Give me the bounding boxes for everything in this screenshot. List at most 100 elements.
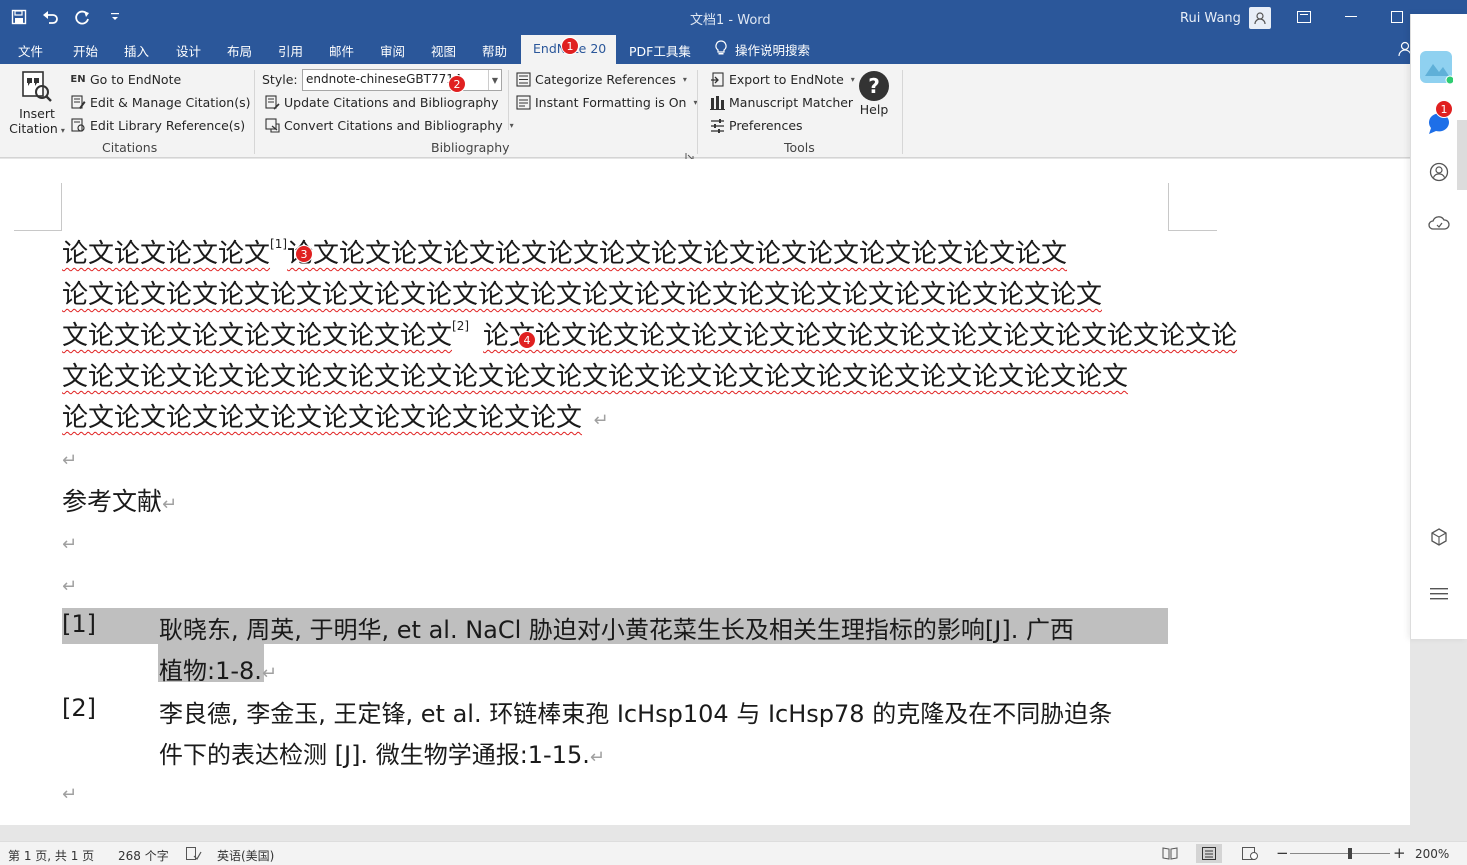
chevron-down-icon: ▾ xyxy=(509,120,514,130)
insert-citation-button[interactable]: Insert Citation ▾ xyxy=(8,70,66,138)
tools-group-label: Tools xyxy=(784,140,815,155)
save-icon[interactable] xyxy=(8,6,30,28)
tab-home[interactable]: 开始 xyxy=(73,41,98,60)
cloud-app-icon[interactable] xyxy=(1419,50,1453,84)
instant-formatting-icon xyxy=(515,94,531,110)
language-indicator[interactable]: 英语(美国) xyxy=(217,847,274,864)
read-mode-icon[interactable] xyxy=(1162,847,1178,863)
citation-marker-2[interactable]: [2] xyxy=(452,319,469,333)
convert-citations-button[interactable]: Convert Citations and Bibliography ▾ xyxy=(264,117,514,133)
minimize-icon[interactable] xyxy=(1340,6,1362,28)
web-layout-icon[interactable] xyxy=(1242,847,1258,863)
export-icon xyxy=(709,71,725,87)
crop-mark xyxy=(1168,183,1169,230)
endnote-en-icon: EN xyxy=(70,73,86,85)
edit-manage-citations-button[interactable]: Edit & Manage Citation(s) xyxy=(70,94,251,110)
ribbon-display-options-icon[interactable] xyxy=(1293,6,1315,28)
references-heading: 参考文献↵ xyxy=(62,482,177,518)
export-to-endnote-button[interactable]: Export to EndNote ▾ xyxy=(709,71,855,87)
help-label: Help xyxy=(859,102,889,117)
tab-view[interactable]: 视图 xyxy=(431,41,456,60)
word-window: 文档1 - Word Rui Wang 文件 开始 插入 设计 布局 引用 邮件… xyxy=(0,0,1467,865)
go-to-endnote-label: Go to EndNote xyxy=(90,71,182,87)
vertical-scrollbar[interactable] xyxy=(1457,120,1467,190)
tab-insert[interactable]: 插入 xyxy=(124,41,149,60)
tab-review[interactable]: 审阅 xyxy=(380,41,405,60)
ref-1-line-2-text: 植物:1-8. xyxy=(159,657,262,685)
annotation-badge-1: 1 xyxy=(561,37,579,55)
annotation-badge-2: 2 xyxy=(448,75,466,93)
crop-mark xyxy=(14,230,62,231)
tab-references[interactable]: 引用 xyxy=(278,41,303,60)
cube-icon[interactable] xyxy=(1426,524,1452,550)
user-avatar-icon[interactable] xyxy=(1248,7,1271,29)
tell-me-label: 操作说明搜索 xyxy=(735,43,811,58)
update-citations-button[interactable]: Update Citations and Bibliography xyxy=(264,94,499,110)
style-label: Style: xyxy=(262,72,298,87)
body-line-1: 论文论文论文论文[1]论文论文论文论文论文论文论文论文论文论文论文论文论文论文论… xyxy=(62,233,1067,270)
go-to-endnote-button[interactable]: EN Go to EndNote xyxy=(70,71,181,87)
title-bar: 文档1 - Word Rui Wang xyxy=(0,0,1467,35)
citation-marker-1[interactable]: [1] xyxy=(270,237,287,251)
tab-design[interactable]: 设计 xyxy=(176,41,201,60)
body-line-5: 论文论文论文论文论文论文论文论文论文论文 ↵ xyxy=(62,397,609,434)
help-button[interactable]: ? Help xyxy=(855,70,893,117)
crop-mark xyxy=(1168,230,1217,231)
ref-2-line-1: 李良德, 李金玉, 王定锋, et al. 环链棒束孢 IcHsp104 与 I… xyxy=(159,700,1113,728)
preferences-button[interactable]: Preferences xyxy=(709,117,803,133)
body-line-3: 文论文论文论文论文论文论文论文[2] 论文论文论文论文论文论文论文论文论文论文论文… xyxy=(62,315,1237,352)
style-dropdown[interactable]: endnote-chineseGBT7714 ▼ xyxy=(302,69,502,91)
manuscript-matcher-button[interactable]: Manuscript Matcher xyxy=(709,94,853,110)
undo-icon[interactable] xyxy=(40,6,62,28)
zoom-slider[interactable] xyxy=(1290,853,1390,854)
quick-access-toolbar xyxy=(8,6,126,28)
menu-hamburger-icon[interactable] xyxy=(1426,581,1452,607)
help-question-icon: ? xyxy=(855,70,893,102)
zoom-slider-thumb[interactable] xyxy=(1348,848,1352,859)
tab-file[interactable]: 文件 xyxy=(18,41,43,60)
edit-citation-icon xyxy=(70,94,86,110)
maximize-icon[interactable] xyxy=(1386,6,1408,28)
instant-formatting-button[interactable]: Instant Formatting is On ▾ xyxy=(515,94,697,110)
user-account[interactable]: Rui Wang xyxy=(1180,7,1271,29)
cloud-sync-icon[interactable] xyxy=(1426,210,1452,236)
tab-help[interactable]: 帮助 xyxy=(482,41,507,60)
status-bar: 第 1 页, 共 1 页 268 个字 英语(美国) − + 200% xyxy=(0,841,1467,865)
group-divider xyxy=(508,70,509,130)
tab-mailings[interactable]: 邮件 xyxy=(329,41,354,60)
insert-citation-label-2: Citation xyxy=(9,121,58,136)
page-count[interactable]: 第 1 页, 共 1 页 xyxy=(8,847,94,864)
convert-citations-icon xyxy=(264,117,280,133)
zoom-out-icon[interactable]: − xyxy=(1276,844,1289,862)
preferences-sliders-icon xyxy=(709,117,725,133)
bibliography-group-label: Bibliography xyxy=(431,140,510,155)
lightbulb-icon xyxy=(715,40,727,59)
edit-library-icon xyxy=(70,117,86,133)
paragraph-mark-icon: ↵ xyxy=(62,576,78,597)
word-count[interactable]: 268 个字 xyxy=(118,847,169,864)
tell-me-search[interactable]: 操作说明搜索 xyxy=(715,40,810,59)
edit-library-references-button[interactable]: Edit Library Reference(s) xyxy=(70,117,245,133)
proofing-icon[interactable] xyxy=(186,847,202,863)
categorize-references-button[interactable]: Categorize References ▾ xyxy=(515,71,687,87)
profile-circle-icon[interactable] xyxy=(1426,159,1452,185)
chevron-down-icon[interactable]: ▼ xyxy=(488,70,501,90)
preferences-label: Preferences xyxy=(729,117,803,133)
redo-icon[interactable] xyxy=(72,6,94,28)
zoom-in-icon[interactable]: + xyxy=(1393,844,1406,862)
categorize-icon xyxy=(515,71,531,87)
ribbon-tabs: 文件 开始 插入 设计 布局 引用 邮件 审阅 视图 帮助 EndNote 20… xyxy=(0,35,1467,64)
print-layout-icon[interactable] xyxy=(1196,844,1222,863)
customize-toolbar-icon[interactable] xyxy=(104,6,126,28)
empty-paragraph: ↵ xyxy=(62,443,77,473)
tab-layout[interactable]: 布局 xyxy=(227,41,252,60)
insert-citation-label: Insert xyxy=(19,106,55,121)
paragraph-mark-icon: ↵ xyxy=(261,663,278,684)
endnote-ribbon: Insert Citation ▾ EN Go to EndNote Edit &… xyxy=(0,64,1410,161)
tab-pdf-tools[interactable]: PDF工具集 xyxy=(629,41,691,60)
zoom-level[interactable]: 200% xyxy=(1415,847,1449,861)
update-citations-label: Update Citations and Bibliography xyxy=(284,94,499,110)
body-text: 论文论文论文论文 xyxy=(62,239,271,269)
body-text: 论文论文论文论文论文论文论文论文论文论文论文论文论文论文论文论文论文论文论文论文 xyxy=(62,280,1103,310)
document-page[interactable]: 论文论文论文论文[1] 论文论文论文论文论文论文论文论文论文论文论文论文论文论文论… xyxy=(0,159,1410,825)
